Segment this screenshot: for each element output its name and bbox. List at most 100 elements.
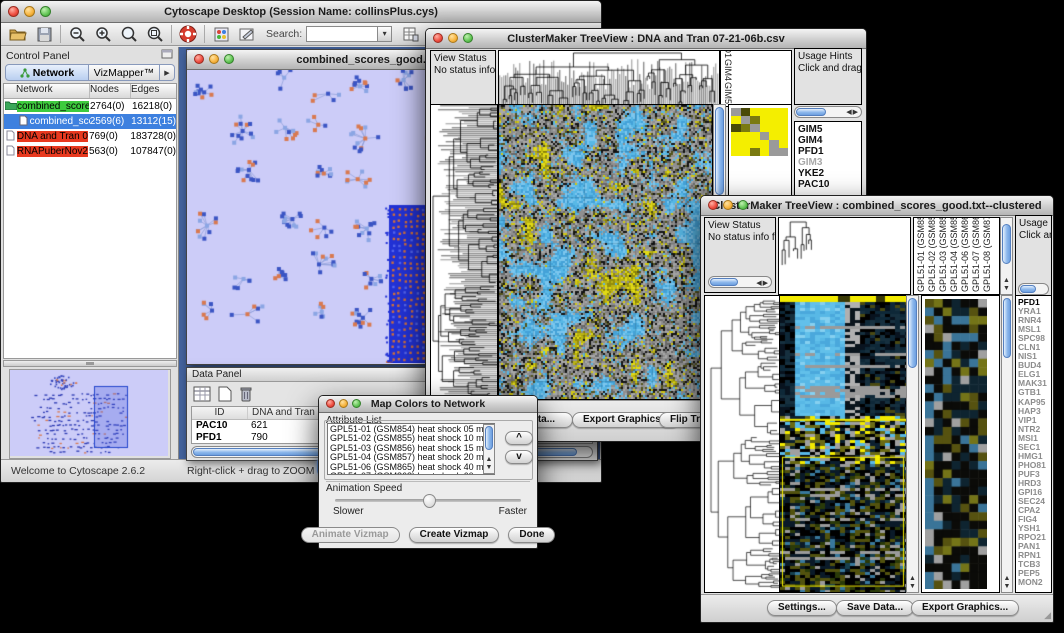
matrix-cell[interactable] (750, 124, 760, 132)
column-label[interactable]: GIM5 (723, 82, 733, 104)
zoom-in-icon[interactable] (90, 24, 116, 44)
move-down-button[interactable]: v (505, 450, 533, 464)
matrix-cell[interactable] (731, 148, 741, 156)
column-label[interactable]: GPL51-04 (GSM857) (949, 218, 959, 292)
attribute-list[interactable]: GPL51-01 (GSM854) heat shock 05 minGPL51… (327, 423, 495, 475)
matrix-cell[interactable] (779, 108, 789, 116)
matrix-cell[interactable] (731, 140, 741, 148)
minimize-button[interactable] (24, 6, 35, 17)
zoom-button[interactable] (463, 33, 473, 43)
matrix-cell[interactable] (731, 116, 741, 124)
labels-vscrollbar[interactable]: ▲▼ (1000, 217, 1013, 295)
float-panel-icon[interactable] (161, 49, 173, 62)
scrollbar-thumb[interactable] (710, 278, 738, 286)
zoom-button[interactable] (352, 399, 361, 408)
slider-thumb[interactable] (423, 494, 436, 508)
table-row[interactable]: DNA and Tran 07 769(0) 183728(0) (4, 129, 176, 144)
matrix-cell[interactable] (741, 148, 751, 156)
scrollbar-thumb[interactable] (908, 298, 917, 368)
matrix-cell[interactable] (731, 132, 741, 140)
matrix-cell[interactable] (760, 124, 770, 132)
row-dendrogram-canvas[interactable] (431, 105, 497, 399)
close-button[interactable] (8, 6, 19, 17)
scroll-arrows-icon[interactable]: ▲▼ (1002, 575, 1012, 591)
tab-vizmapper[interactable]: VizMapper™ (89, 64, 160, 81)
attribute-list-item[interactable]: GPL51-07 (GSM868) heat shock 60 min (330, 472, 494, 475)
view-status-scrollbar[interactable]: ◀▶ (708, 276, 772, 288)
usage-hints-scrollbar[interactable] (1018, 283, 1049, 295)
gene-label[interactable]: YKE2 (798, 168, 861, 179)
table-row[interactable]: RNAPuberNov2+ 563(0) 107847(0) (4, 144, 176, 159)
zoom-button[interactable] (738, 200, 748, 210)
scroll-arrows-icon[interactable]: ▲▼ (1001, 277, 1012, 293)
scrollbar-thumb[interactable] (1020, 285, 1036, 293)
export-graphics-button[interactable]: Export Graphics... (911, 600, 1019, 616)
column-dendrogram-canvas[interactable] (499, 51, 719, 106)
create-vizmap-button[interactable]: Create Vizmap (409, 527, 500, 543)
matrix-cell[interactable] (750, 116, 760, 124)
similarity-matrix[interactable] (731, 108, 788, 156)
main-titlebar[interactable]: Cytoscape Desktop (Session Name: collins… (1, 1, 601, 23)
matrix-cell[interactable] (769, 108, 779, 116)
matrix-cell[interactable] (760, 116, 770, 124)
move-up-button[interactable]: ^ (505, 431, 533, 445)
matrix-cell[interactable] (741, 124, 751, 132)
minimize-button[interactable] (209, 54, 219, 64)
zoom-fit-icon[interactable] (116, 24, 142, 44)
close-button[interactable] (326, 399, 335, 408)
minimize-button[interactable] (448, 33, 458, 43)
row-dendrogram-canvas[interactable] (705, 296, 779, 592)
network-table-header[interactable]: Network Nodes Edges (4, 84, 176, 99)
heatmap-canvas[interactable] (780, 296, 907, 592)
scrollbar-thumb[interactable] (1003, 298, 1011, 358)
tab-overflow-button[interactable]: ▶ (160, 64, 175, 81)
heatmap-canvas[interactable] (499, 105, 712, 399)
gene-label[interactable]: GIM3 (798, 157, 861, 168)
scroll-arrows-icon[interactable]: ▲▼ (907, 575, 918, 591)
matrix-cell[interactable] (741, 116, 751, 124)
close-button[interactable] (433, 33, 443, 43)
scrollbar-thumb[interactable] (715, 107, 724, 195)
gene-label[interactable]: MON2 (1018, 578, 1051, 587)
vizmapper-styles-icon[interactable] (208, 24, 234, 44)
matrix-cell[interactable] (779, 148, 789, 156)
column-label[interactable]: GPL51-07 (GSM868) (971, 218, 981, 292)
column-dendrogram-canvas[interactable] (779, 218, 910, 294)
matrix-cell[interactable] (779, 124, 789, 132)
search-dropdown-arrow[interactable]: ▾ (378, 26, 392, 42)
heatmap-panel[interactable] (498, 104, 713, 400)
table-row[interactable]: combined_scores 2764(0) 16218(0) (4, 99, 176, 114)
matrix-cell[interactable] (769, 140, 779, 148)
new-attribute-icon[interactable] (218, 386, 232, 407)
matrix-cell[interactable] (760, 148, 770, 156)
search-input[interactable] (306, 26, 378, 42)
save-data-button[interactable]: Save Data... (836, 600, 914, 616)
column-label[interactable]: GIM4 (723, 59, 733, 81)
animate-vizmap-button[interactable]: Animate Vizmap (301, 527, 400, 543)
matrix-cell[interactable] (741, 140, 751, 148)
animation-speed-slider[interactable] (335, 499, 521, 502)
matrix-cell[interactable] (779, 140, 789, 148)
gene-label[interactable]: PFD1 (798, 146, 861, 157)
close-button[interactable] (708, 200, 718, 210)
settings-button[interactable]: Settings... (767, 600, 837, 616)
resize-grip[interactable]: ◢ (1044, 610, 1051, 621)
column-label[interactable]: GPL51-02 (GSM855) (927, 218, 937, 292)
zoom-button[interactable] (40, 6, 51, 17)
network-overview-panel[interactable] (9, 369, 171, 459)
gene-label[interactable]: GIM4 (798, 135, 861, 146)
heatmap-vscrollbar[interactable]: ▲▼ (906, 295, 919, 593)
select-attributes-icon[interactable] (193, 386, 211, 407)
scrollbar-thumb[interactable] (485, 426, 493, 450)
matrix-cell[interactable] (741, 108, 751, 116)
matrix-cell[interactable] (741, 132, 751, 140)
gene-label[interactable]: GIM5 (798, 124, 861, 135)
column-dendrogram-panel[interactable] (778, 217, 911, 295)
row-dendrogram-panel[interactable] (704, 295, 780, 593)
selection-zoom-canvas[interactable] (925, 299, 987, 589)
matrix-cell[interactable] (769, 116, 779, 124)
matrix-cell[interactable] (769, 124, 779, 132)
done-button[interactable]: Done (508, 527, 555, 543)
treeview-dna-titlebar[interactable]: ClusterMaker TreeView : DNA and Tran 07-… (426, 29, 866, 49)
matrix-cell[interactable] (779, 132, 789, 140)
